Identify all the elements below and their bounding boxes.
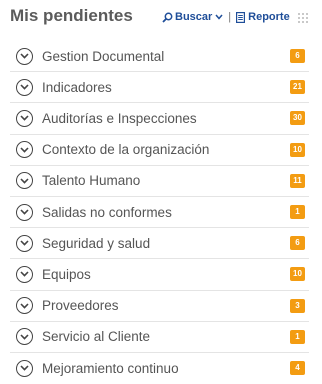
report-icon [236,11,246,23]
pending-list: Gestion Documental 6 Indicadores 21 Auditorí… [10,41,309,384]
chevron-down-icon[interactable] [16,141,33,159]
list-item[interactable]: Servicio al Cliente 1 [10,322,309,353]
count-badge: 4 [290,361,305,376]
count-badge: 6 [290,49,305,64]
list-item[interactable]: Salidas no conformes 1 [10,197,309,229]
count-badge: 10 [290,267,305,282]
count-badge: 10 [290,142,305,157]
chevron-down-icon[interactable] [16,109,33,127]
chevron-down-icon[interactable] [16,265,33,283]
count-badge: 1 [290,329,305,344]
panel-header: Mis pendientes Buscar | Reporte [0,0,322,36]
list-item[interactable]: Mejoramiento continuo 4 [10,353,309,384]
chevron-down-icon[interactable] [16,234,33,252]
list-item[interactable]: Indicadores 21 [10,72,309,104]
drag-handle-icon[interactable] [298,13,308,23]
count-badge: 6 [290,236,305,251]
list-item[interactable]: Seguridad y salud 6 [10,228,309,260]
count-badge: 11 [290,173,305,188]
item-label: Servicio al Cliente [42,329,151,345]
item-label: Gestion Documental [42,48,165,64]
list-item[interactable]: Talento Humano 11 [10,166,309,197]
chevron-down-icon[interactable] [16,172,33,190]
search-icon [162,12,173,23]
chevron-down-icon[interactable] [16,359,33,377]
count-badge: 30 [290,111,305,126]
item-label: Auditorías e Inspecciones [42,110,197,126]
item-label: Equipos [42,266,91,282]
list-item[interactable]: Equipos 10 [10,259,309,291]
list-item[interactable]: Gestion Documental 6 [10,41,309,73]
count-badge: 3 [290,298,305,313]
item-label: Salidas no conformes [42,204,172,220]
item-label: Contexto de la organización [42,142,210,158]
list-item[interactable]: Auditorías e Inspecciones 30 [10,103,309,135]
item-label: Indicadores [42,79,112,95]
chevron-down-icon[interactable] [16,203,33,221]
count-badge: 1 [290,205,305,220]
panel-title: Mis pendientes [10,6,133,25]
chevron-down-icon[interactable] [16,297,33,315]
list-item[interactable]: Contexto de la organización 10 [10,135,309,166]
buscar-button[interactable]: Buscar [162,11,223,23]
buscar-label: Buscar [175,11,213,23]
chevron-down-icon[interactable] [16,47,33,65]
header-actions: Buscar | Reporte [162,11,290,23]
list-item[interactable]: Proveedores 3 [10,291,309,322]
separator: | [228,11,232,23]
chevron-down-icon [215,14,223,20]
item-label: Mejoramiento continuo [42,360,179,376]
item-label: Talento Humano [42,173,141,189]
chevron-down-icon[interactable] [16,328,33,346]
item-label: Seguridad y salud [42,235,151,251]
chevron-down-icon[interactable] [16,78,33,96]
count-badge: 21 [290,80,305,95]
reporte-button[interactable]: Reporte [236,11,290,23]
item-label: Proveedores [42,298,119,314]
reporte-label: Reporte [248,11,290,23]
